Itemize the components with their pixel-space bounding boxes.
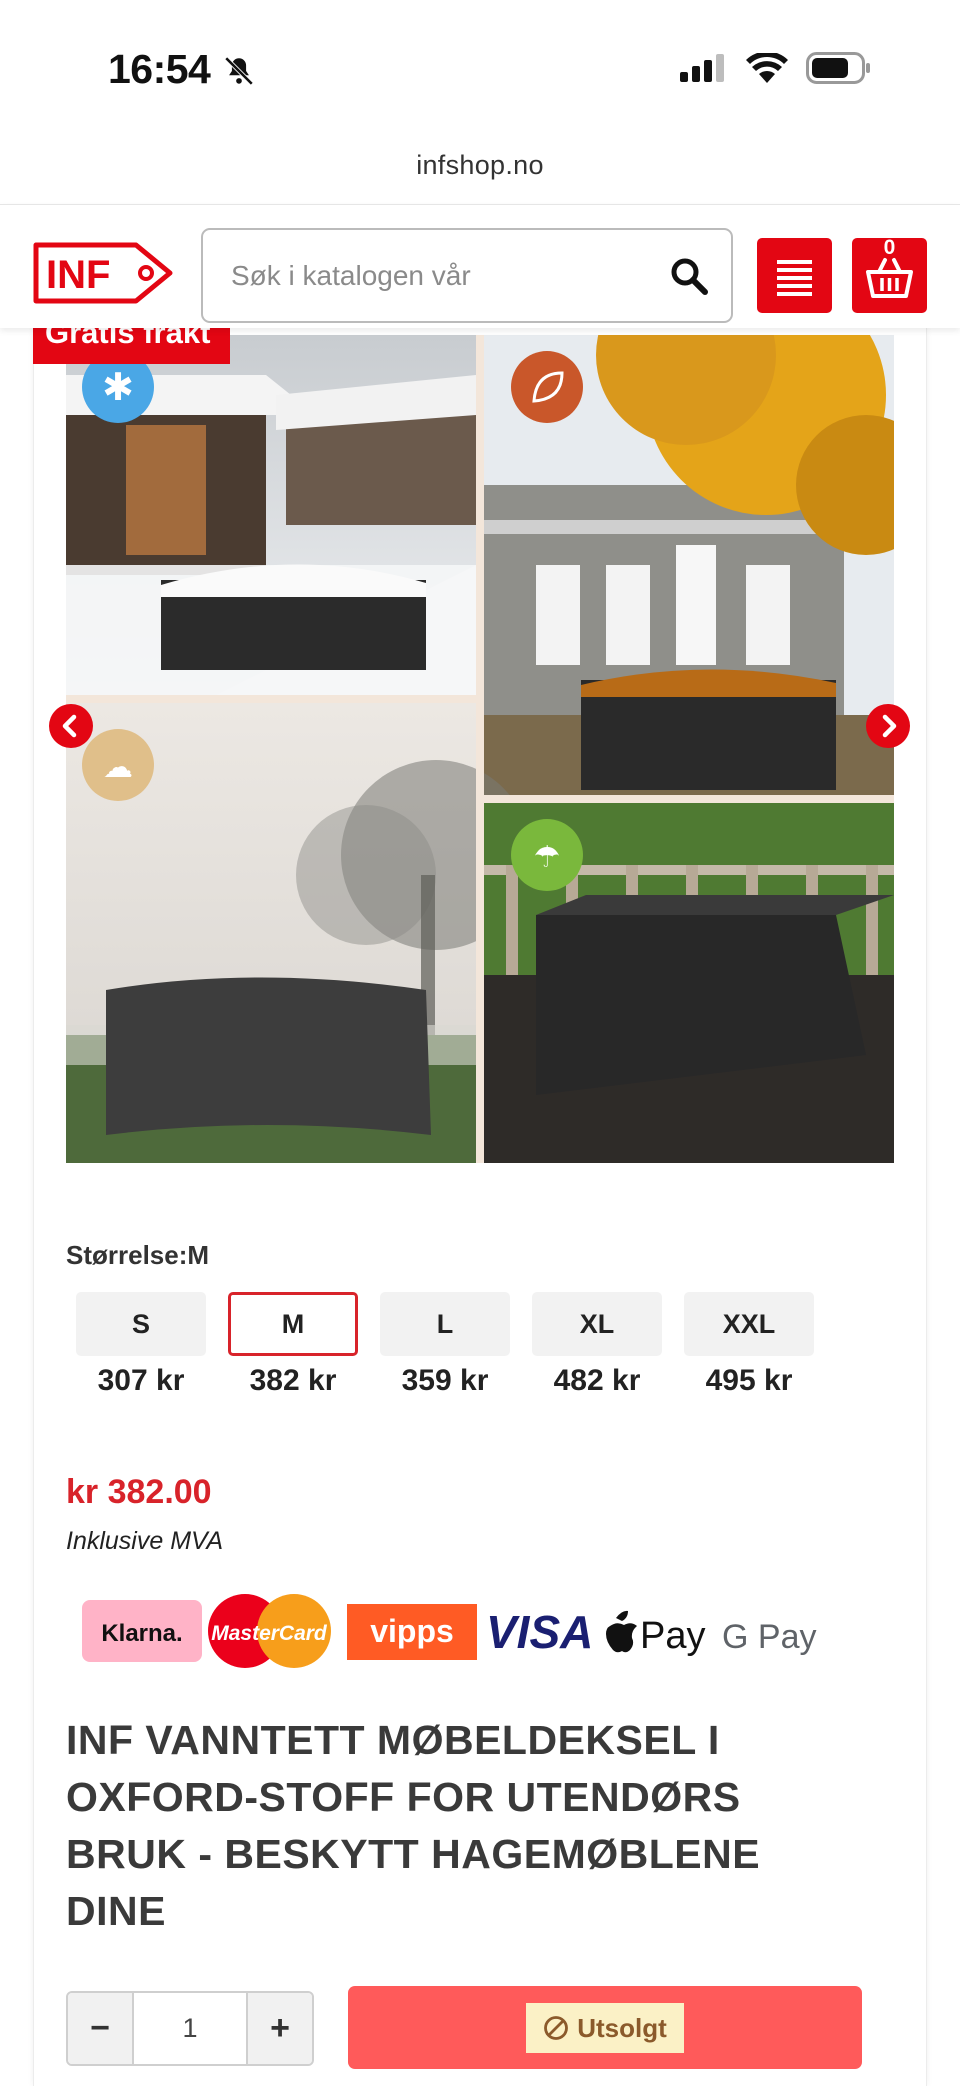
apple-pay-logo: Pay [606, 1610, 705, 1657]
logo[interactable]: INF [32, 241, 176, 305]
size-button-m[interactable]: M [228, 1292, 358, 1356]
size-price: 382 kr [249, 1364, 337, 1397]
quantity-input[interactable]: 1 [134, 1993, 246, 2064]
sold-out-button[interactable]: Utsolgt [348, 1986, 862, 2069]
vat-note: Inklusive MVA [66, 1527, 224, 1555]
size-button-l[interactable]: L [380, 1292, 510, 1356]
chevron-left-icon [62, 714, 77, 738]
size-button-xl[interactable]: XL [532, 1292, 662, 1356]
visa-logo: VISA [486, 1606, 593, 1658]
quantity-increase-button[interactable]: + [246, 1993, 312, 2064]
menu-button[interactable] [757, 238, 832, 313]
sold-out-label-box: Utsolgt [526, 2003, 684, 2053]
gallery-next-button[interactable] [866, 704, 910, 748]
payment-methods: Klarna. MasterCard vipps VISA Pay G Pay [82, 1594, 816, 1668]
svg-text:Pay: Pay [640, 1615, 705, 1657]
bell-slash-icon [224, 56, 254, 86]
size-option: XXL 495 kr [684, 1292, 814, 1398]
product-price: kr 382.00 [66, 1473, 212, 1511]
sold-out-label: Utsolgt [577, 2012, 667, 2043]
ban-icon [544, 2016, 569, 2040]
product-image[interactable]: ✱ ☁ ☂ [66, 335, 894, 1163]
svg-text:vipps: vipps [370, 1613, 454, 1649]
svg-text:Klarna.: Klarna. [101, 1620, 182, 1647]
size-option: M 382 kr [228, 1292, 358, 1398]
search-input[interactable] [203, 230, 643, 321]
cart-button[interactable]: 0 [852, 236, 927, 313]
quantity-decrease-button[interactable]: − [68, 1993, 134, 2064]
size-option: XL 482 kr [532, 1292, 662, 1398]
menu-icon [777, 260, 812, 296]
size-option: S 307 kr [76, 1292, 206, 1398]
vipps-logo: vipps [347, 1604, 477, 1660]
size-button-xxl[interactable]: XXL [684, 1292, 814, 1356]
search-icon[interactable] [669, 256, 709, 296]
size-price: 482 kr [553, 1364, 641, 1397]
size-button-s[interactable]: S [76, 1292, 206, 1356]
status-time: 16:54 [108, 46, 211, 92]
snowflake-icon: ✱ [102, 365, 134, 409]
weather-icon: ☁ [103, 750, 133, 785]
size-label: Størrelse:M [66, 1240, 210, 1270]
size-selector: S 307 kr M 382 kr L 359 kr XL 482 kr XXL… [76, 1292, 814, 1398]
status-bar: 16:54 [0, 0, 960, 140]
url-bar[interactable]: infshop.no [0, 150, 960, 181]
quantity-stepper: − 1 + [66, 1991, 314, 2066]
wifi-icon [746, 53, 788, 83]
size-price: 307 kr [97, 1364, 185, 1397]
search-box [201, 228, 733, 323]
site-header: INF 0 [0, 204, 960, 328]
signal-icon [680, 54, 724, 82]
rain-icon: ☂ [534, 840, 561, 875]
svg-text:INF: INF [46, 253, 110, 297]
google-pay-logo: G Pay [722, 1618, 816, 1656]
gallery-prev-button[interactable] [49, 704, 93, 748]
battery-icon [806, 52, 870, 84]
product-photo-collage: ✱ ☁ ☂ [66, 335, 894, 1163]
svg-text:MasterCard: MasterCard [211, 1622, 328, 1645]
mastercard-logo: MasterCard [208, 1594, 331, 1668]
size-price: 495 kr [705, 1364, 793, 1397]
klarna-logo: Klarna. [82, 1600, 202, 1662]
product-title: INF VANNTETT MØBELDEKSEL I OXFORD-STOFF … [66, 1717, 761, 1934]
size-price: 359 kr [401, 1364, 489, 1397]
size-option: L 359 kr [380, 1292, 510, 1398]
chevron-right-icon [882, 714, 897, 738]
cart-count: 0 [883, 236, 896, 259]
